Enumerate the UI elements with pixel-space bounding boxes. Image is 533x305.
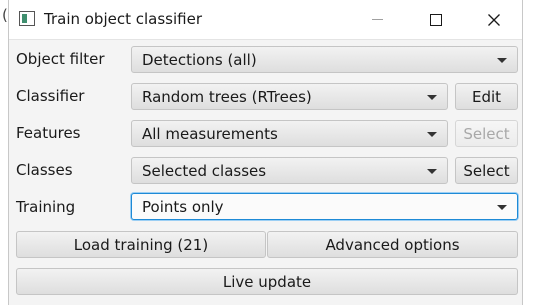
features-value: All measurements	[142, 125, 278, 143]
training-label: Training	[16, 198, 76, 216]
maximize-icon[interactable]	[413, 0, 458, 39]
training-combo[interactable]: Points only	[131, 193, 518, 220]
features-select-button[interactable]: Select	[455, 120, 518, 147]
features-label: Features	[16, 124, 81, 142]
minimize-icon[interactable]	[355, 0, 400, 39]
advanced-options-button[interactable]: Advanced options	[267, 231, 518, 258]
chevron-down-icon	[497, 205, 507, 210]
classifier-value: Random trees (RTrees)	[142, 88, 312, 106]
object-filter-label: Object filter	[16, 50, 105, 68]
chevron-down-icon	[497, 58, 507, 63]
title-bar[interactable]: Train object classifier	[9, 0, 522, 40]
features-combo[interactable]: All measurements	[131, 120, 448, 147]
window-title: Train object classifier	[44, 10, 202, 28]
classifier-combo[interactable]: Random trees (RTrees)	[131, 83, 448, 110]
app-icon	[19, 11, 35, 26]
classes-value: Selected classes	[142, 162, 267, 180]
classifier-label: Classifier	[16, 87, 85, 105]
object-filter-value: Detections (all)	[142, 51, 257, 69]
classifier-edit-button[interactable]: Edit	[455, 83, 518, 110]
classes-label: Classes	[16, 161, 73, 179]
classifier-dialog: Train object classifier Object filter De…	[8, 0, 523, 305]
load-training-button[interactable]: Load training (21)	[16, 231, 266, 258]
training-value: Points only	[142, 198, 224, 216]
live-update-button[interactable]: Live update	[16, 268, 518, 295]
chevron-down-icon	[427, 95, 437, 100]
classes-combo[interactable]: Selected classes	[131, 157, 448, 184]
object-filter-combo[interactable]: Detections (all)	[131, 46, 518, 73]
close-icon[interactable]	[471, 0, 516, 39]
classes-select-button[interactable]: Select	[455, 157, 518, 184]
chevron-down-icon	[427, 169, 437, 174]
chevron-down-icon	[427, 132, 437, 137]
background-window-fragment: (	[2, 6, 8, 24]
